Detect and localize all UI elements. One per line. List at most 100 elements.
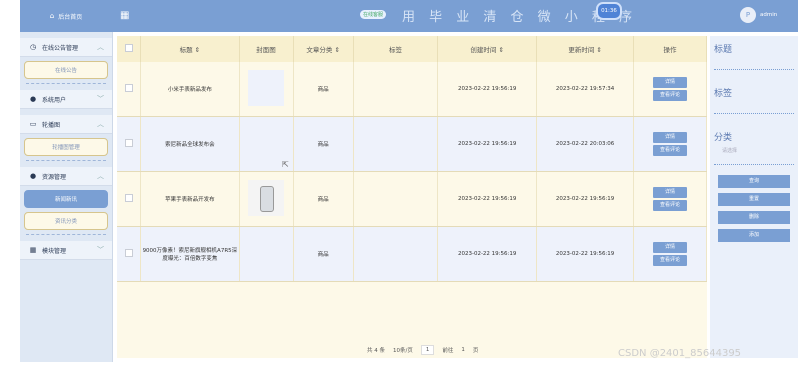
- sidebar-item-label: 在线公告管理: [42, 44, 79, 52]
- topbar: ▦ 在线客服 用 毕 业 清 仓 微 小 程 序 01:36 P admin: [112, 0, 798, 32]
- pager-current-page[interactable]: 1: [420, 345, 435, 355]
- row-checkbox[interactable]: [124, 139, 133, 147]
- table-row: 小米手表新品发布 商品 2023-02-22 19:56:19 2023-02-…: [117, 62, 707, 117]
- sidebar-item-announcements[interactable]: ◷ 在线公告管理 ︿: [20, 38, 112, 57]
- cell-category: 商品: [293, 171, 354, 227]
- col-category[interactable]: 文章分类 ⇕: [293, 36, 354, 62]
- reset-button[interactable]: 重置: [718, 193, 790, 206]
- sidebar-home[interactable]: ⌂ 后台首页: [20, 0, 112, 32]
- menu-toggle-icon[interactable]: ▦: [120, 10, 129, 21]
- cell-tags: [353, 226, 439, 282]
- row-select[interactable]: [117, 62, 142, 117]
- username[interactable]: admin: [760, 12, 777, 18]
- chevron-down-icon: ﹀: [97, 246, 104, 254]
- cell-created: 2023-02-22 19:56:19: [437, 226, 538, 282]
- cell-updated: 2023-02-22 20:03:06: [536, 116, 635, 172]
- add-button[interactable]: 添加: [718, 229, 790, 242]
- sidebar-subitem-announcements[interactable]: 在线公告: [24, 61, 108, 79]
- delete-button[interactable]: 删除: [718, 211, 790, 224]
- divider: [26, 160, 106, 161]
- col-title[interactable]: 标题 ⇕: [140, 36, 240, 62]
- menu-section-modules: ▦ 模块管理 ﹀: [20, 241, 112, 260]
- cell-tags: [353, 62, 439, 117]
- sidebar-subitem-news[interactable]: 新闻新讯: [24, 190, 108, 208]
- cover-image: [248, 235, 285, 271]
- cover-image: [248, 70, 285, 106]
- sidebar-item-modules[interactable]: ▦ 模块管理 ﹀: [20, 241, 112, 260]
- pager-goto-input[interactable]: 1: [461, 347, 465, 353]
- cell-actions: 详情 查看评论: [633, 62, 707, 117]
- table-row: 9000万像素！索尼新旗舰相机A7R5深度曝光：百倍数字变焦 商品 2023-0…: [117, 226, 707, 282]
- pager-size-select[interactable]: 10条/页: [393, 346, 413, 354]
- app-frame: ⌂ 后台首页 ◷ 在线公告管理 ︿ 在线公告 ● 系统用户 ﹀ ▭ 轮播图 ︿: [20, 0, 798, 362]
- view-comments-button[interactable]: 查看评论: [653, 90, 688, 101]
- sidebar-item-users[interactable]: ● 系统用户 ﹀: [20, 90, 112, 109]
- divider: [26, 234, 106, 235]
- table-panel: 标题 ⇕ 封面图 文章分类 ⇕ 标签 创建时间 ⇕ 更新时间 ⇕ 操作 小米手表…: [117, 36, 707, 358]
- pager-goto-suffix: 页: [472, 348, 479, 354]
- sidebar-item-label: 资源管理: [42, 173, 67, 181]
- row-select[interactable]: [117, 171, 142, 227]
- pagination: 共 4 条 10条/页 1 前往 1 页: [367, 345, 478, 355]
- row-checkbox[interactable]: [124, 249, 133, 257]
- cell-actions: 详情 查看评论: [633, 116, 707, 172]
- table-row: 索尼新品全球发布会 商品 2023-02-22 19:56:19 2023-02…: [117, 116, 707, 172]
- clock-icon: ◷: [29, 43, 37, 51]
- cell-updated: 2023-02-22 19:56:19: [536, 171, 635, 227]
- cell-tags: [353, 171, 439, 227]
- filter-category-select[interactable]: 请选择: [722, 147, 794, 154]
- cell-title: 小米手表新品发布: [140, 62, 240, 117]
- sidebar-item-carousel[interactable]: ▭ 轮播图 ︿: [20, 115, 112, 134]
- detail-button[interactable]: 详情: [653, 132, 688, 143]
- detail-button[interactable]: 详情: [653, 242, 688, 253]
- sidebar-item-label: 轮播图: [42, 121, 61, 129]
- pager-total: 共 4 条: [367, 348, 385, 354]
- menu-section-users: ● 系统用户 ﹀: [20, 90, 112, 109]
- cell-updated: 2023-02-22 19:56:19: [536, 226, 635, 282]
- select-all-checkbox[interactable]: [124, 44, 133, 52]
- sidebar-subitem-carousel[interactable]: 轮播图管理: [24, 138, 108, 156]
- sidebar-subitem-categories[interactable]: 资讯分类: [24, 212, 108, 230]
- detail-button[interactable]: 详情: [653, 77, 688, 88]
- view-comments-button[interactable]: 查看评论: [653, 145, 688, 156]
- cell-created: 2023-02-22 19:56:19: [437, 62, 538, 117]
- row-checkbox[interactable]: [124, 84, 133, 92]
- grid-icon: ▦: [29, 246, 37, 254]
- row-select[interactable]: [117, 226, 142, 282]
- search-button[interactable]: 查询: [718, 175, 790, 188]
- sidebar-home-label: 后台首页: [58, 13, 83, 21]
- cell-category: 商品: [293, 62, 354, 117]
- filter-title-input[interactable]: [714, 59, 794, 70]
- filter-tags-input[interactable]: [714, 103, 794, 114]
- view-comments-button[interactable]: 查看评论: [653, 255, 688, 266]
- select-all-header[interactable]: [117, 36, 142, 62]
- cell-actions: 详情 查看评论: [633, 226, 707, 282]
- sidebar-item-label: 模块管理: [42, 247, 67, 255]
- cell-category: 商品: [293, 226, 354, 282]
- image-icon: ▭: [29, 120, 37, 128]
- filter-category-label: 分类: [714, 133, 733, 143]
- col-tags: 标签: [353, 36, 439, 62]
- sidebar-item-resources[interactable]: ● 资源管理 ︿: [20, 167, 112, 186]
- user-icon: ●: [29, 95, 37, 103]
- view-comments-button[interactable]: 查看评论: [653, 200, 688, 211]
- sidebar-item-label: 系统用户: [42, 96, 67, 104]
- watch-graphic: [260, 186, 275, 212]
- row-select[interactable]: [117, 116, 142, 172]
- col-created[interactable]: 创建时间 ⇕: [437, 36, 538, 62]
- detail-button[interactable]: 详情: [653, 187, 688, 198]
- time-bubble: 01:36: [596, 2, 622, 20]
- sidebar: ⌂ 后台首页 ◷ 在线公告管理 ︿ 在线公告 ● 系统用户 ﹀ ▭ 轮播图 ︿: [20, 0, 113, 362]
- cell-cover: [239, 62, 294, 117]
- cell-tags: [353, 116, 439, 172]
- chevron-down-icon: ﹀: [97, 95, 104, 103]
- home-icon: ⌂: [49, 12, 55, 20]
- watermark: CSDN @2401_85644395: [618, 348, 742, 359]
- cell-created: 2023-02-22 19:56:19: [437, 171, 538, 227]
- cell-title: 9000万像素！索尼新旗舰相机A7R5深度曝光：百倍数字变焦: [140, 226, 240, 282]
- avatar[interactable]: P: [740, 7, 756, 23]
- cell-cover: [239, 171, 294, 227]
- droplet-icon: ●: [29, 172, 37, 180]
- col-updated[interactable]: 更新时间 ⇕: [536, 36, 635, 62]
- row-checkbox[interactable]: [124, 194, 133, 202]
